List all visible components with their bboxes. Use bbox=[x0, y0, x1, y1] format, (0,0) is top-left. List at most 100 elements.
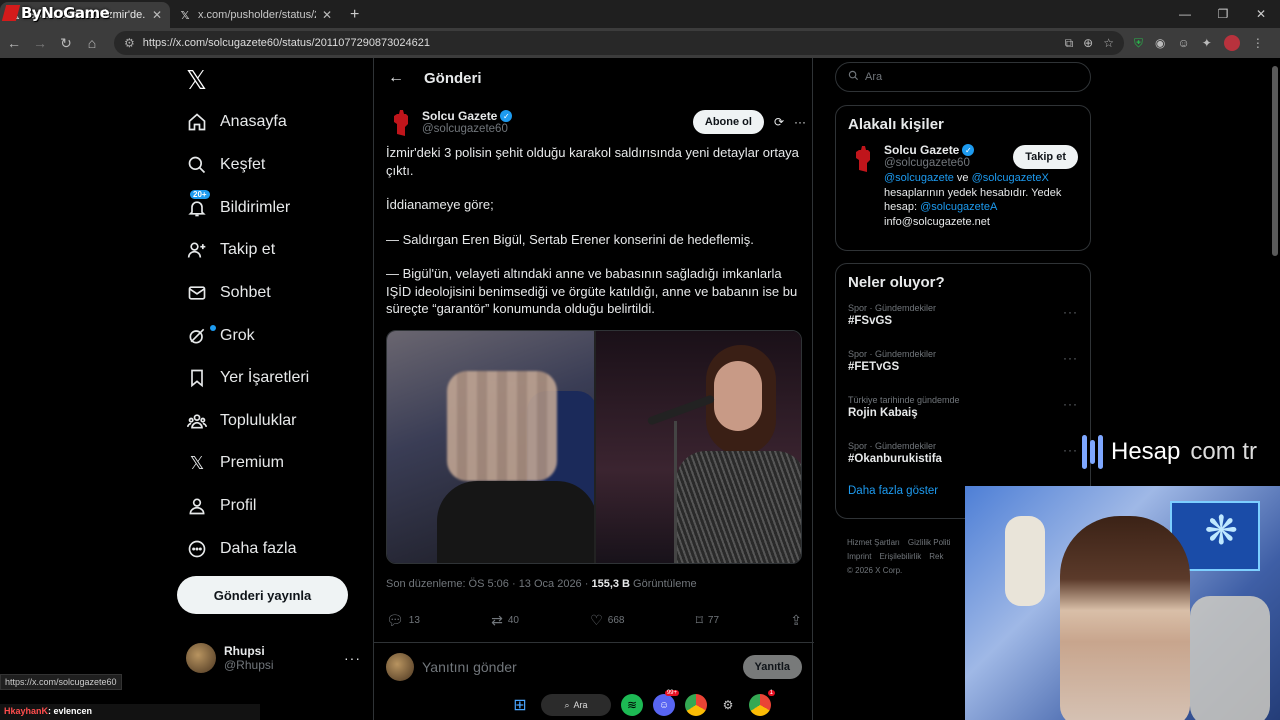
bookmark-star-icon[interactable]: ☆ bbox=[1103, 36, 1114, 50]
nav-item-chat[interactable]: Sohbet bbox=[186, 273, 271, 313]
x-logo-icon[interactable]: 𝕏 bbox=[186, 66, 207, 96]
close-window-icon[interactable]: ✕ bbox=[1242, 0, 1280, 28]
media-image-left[interactable] bbox=[387, 331, 597, 563]
author-handle[interactable]: @solcugazete60 bbox=[422, 123, 693, 135]
related-person[interactable]: Solcu Gazete ✓ @solcugazete60 @solcugazet… bbox=[836, 133, 1090, 239]
spotify-icon[interactable]: ≋ bbox=[621, 694, 643, 716]
nav-item-follow[interactable]: Takip et bbox=[186, 230, 275, 270]
nav-item-grok[interactable]: Grok bbox=[186, 316, 255, 356]
account-switcher[interactable]: Rhupsi @Rhupsi ··· bbox=[186, 638, 361, 678]
trend-context: Türkiye tarihinde gündemde bbox=[848, 395, 960, 405]
tweet-media[interactable] bbox=[386, 330, 802, 564]
person-name[interactable]: Solcu Gazete bbox=[884, 143, 959, 157]
chat-text: : evlencen bbox=[48, 706, 93, 716]
zoom-icon[interactable]: ⊕ bbox=[1083, 36, 1093, 50]
nav-item-profile[interactable]: Profil bbox=[186, 486, 256, 526]
bookmark-action[interactable]: ⌑ 77 bbox=[696, 612, 719, 629]
more-dots-icon[interactable]: ··· bbox=[344, 650, 361, 666]
more-dots-icon[interactable]: ··· bbox=[1063, 305, 1078, 319]
bio-mention[interactable]: @solcugazeteX bbox=[972, 172, 1049, 184]
post-timestamp[interactable]: Son düzenleme: ÖS 5:06 · 13 Oca 2026 · bbox=[386, 578, 591, 590]
nav-item-bookmarks[interactable]: Yer İşaretleri bbox=[186, 358, 309, 398]
nav-label: Keşfet bbox=[220, 156, 266, 173]
butterfly-icon: ❋ bbox=[1204, 509, 1238, 553]
author-name[interactable]: Solcu Gazete bbox=[422, 109, 497, 123]
more-dots-icon[interactable]: ··· bbox=[794, 115, 806, 129]
discord-icon[interactable]: ☺ 99+ bbox=[653, 690, 679, 716]
avatar bbox=[186, 643, 216, 673]
chrome-icon[interactable]: 1 bbox=[749, 690, 775, 716]
repost-action[interactable]: ⇄ 40 bbox=[491, 612, 519, 629]
back-arrow-icon[interactable]: ← bbox=[388, 69, 404, 87]
install-icon[interactable]: ⧉ bbox=[1065, 36, 1074, 51]
forward-icon[interactable]: → bbox=[28, 35, 52, 51]
reply-input[interactable]: Yanıtını gönder bbox=[422, 659, 743, 675]
more-dots-icon[interactable]: ··· bbox=[1063, 351, 1078, 365]
reply-action[interactable]: 💬︎ 13 bbox=[386, 612, 420, 629]
nav-item-premium[interactable]: 𝕏 Premium bbox=[186, 443, 284, 483]
close-tab-icon[interactable]: ✕ bbox=[322, 8, 332, 22]
extension-icon[interactable]: ◉ bbox=[1155, 36, 1165, 50]
nav-item-explore[interactable]: Keşfet bbox=[186, 145, 265, 185]
bio-mention[interactable]: @solcugazeteA bbox=[920, 201, 997, 213]
extension-icon[interactable]: ☺ bbox=[1178, 36, 1190, 50]
discord-badge: 99+ bbox=[664, 690, 679, 696]
nav-label: Grok bbox=[220, 327, 255, 344]
footer-link[interactable]: Rek bbox=[929, 552, 943, 561]
subscribe-button[interactable]: Abone ol bbox=[692, 110, 764, 134]
footer-link[interactable]: Imprint bbox=[847, 552, 871, 561]
close-tab-icon[interactable]: ✕ bbox=[152, 8, 162, 22]
nav-item-home[interactable]: Anasayfa bbox=[186, 102, 287, 142]
scrollbar[interactable] bbox=[1272, 66, 1278, 256]
profile-avatar[interactable] bbox=[1223, 35, 1240, 51]
trend-item[interactable]: Türkiye tarihinde gündemde Rojin Kabaiş … bbox=[836, 387, 1090, 433]
browser-tab[interactable]: 𝕏 x.com/pusholder/status/20109... ✕ bbox=[170, 2, 340, 28]
post-button[interactable]: Gönderi yayınla bbox=[177, 576, 348, 614]
home-browser-icon[interactable]: ⌂ bbox=[80, 35, 104, 51]
solcu-gazete-avatar[interactable] bbox=[386, 107, 416, 137]
adblock-shield-icon[interactable]: ⛨ bbox=[1134, 36, 1143, 51]
footer-link[interactable]: Gizlilik Politi bbox=[908, 538, 951, 547]
nav-item-communities[interactable]: Topluluklar bbox=[186, 401, 296, 441]
restore-icon[interactable]: ❐ bbox=[1204, 0, 1242, 28]
more-dots-icon[interactable]: ··· bbox=[1063, 397, 1078, 411]
bio-mention[interactable]: @solcugazete bbox=[884, 172, 954, 184]
nav-label: Profil bbox=[220, 497, 257, 514]
app-icon[interactable]: ⚙ bbox=[717, 694, 739, 716]
more-dots-icon[interactable]: ··· bbox=[1063, 443, 1078, 457]
new-tab-button[interactable]: + bbox=[340, 6, 369, 28]
footer-link[interactable]: Hizmet Şartları bbox=[847, 538, 900, 547]
site-info-icon[interactable]: ⚙ bbox=[124, 36, 135, 50]
share-action[interactable]: ⇪ bbox=[790, 612, 802, 629]
grok-explain-icon[interactable]: ⟳ bbox=[774, 115, 784, 129]
trend-item[interactable]: Spor · Gündemdekiler #Okanburukistifa ··… bbox=[836, 433, 1090, 479]
search-input[interactable]: Ara bbox=[835, 62, 1091, 92]
windows-start-icon[interactable]: ⊞ bbox=[509, 694, 531, 716]
grok-dot-icon bbox=[210, 325, 216, 331]
chrome-icon[interactable] bbox=[685, 694, 707, 716]
trend-context: Spor · Gündemdekiler bbox=[848, 303, 937, 313]
solcu-gazete-avatar[interactable] bbox=[848, 143, 878, 173]
media-image-right[interactable] bbox=[594, 331, 801, 563]
trend-item[interactable]: Spor · Gündemdekiler #FSvGS ··· bbox=[836, 295, 1090, 341]
author-name-row[interactable]: Solcu Gazete ✓ bbox=[422, 109, 693, 123]
like-action[interactable]: ♡ 668 bbox=[590, 612, 624, 629]
nav-item-more[interactable]: Daha fazla bbox=[186, 529, 297, 569]
puzzle-icon[interactable]: ✦ bbox=[1202, 36, 1212, 50]
reply-button[interactable]: Yanıtla bbox=[742, 655, 802, 679]
trend-item[interactable]: Spor · Gündemdekiler #FETvGS ··· bbox=[836, 341, 1090, 387]
nav-item-notifications[interactable]: 20+ Bildirimler bbox=[186, 188, 290, 228]
minimize-icon[interactable]: — bbox=[1166, 0, 1204, 28]
follow-button[interactable]: Takip et bbox=[1013, 145, 1078, 169]
tweet-paragraph: — Bigül'ün, velayeti altındaki anne ve b… bbox=[386, 266, 798, 316]
bookmark-icon: ⌑ bbox=[695, 612, 703, 628]
url-text[interactable]: https://x.com/solcugazete60/status/20110… bbox=[143, 37, 1055, 49]
like-count: 668 bbox=[607, 615, 625, 626]
footer-links: Hizmet Şartları Gizlilik Politi Imprint Er… bbox=[847, 536, 967, 578]
reload-icon[interactable]: ↻ bbox=[54, 35, 78, 52]
footer-link[interactable]: Erişilebilirlik bbox=[879, 552, 921, 561]
back-icon[interactable]: ← bbox=[2, 35, 26, 51]
taskbar-search[interactable]: ⌕ Ara bbox=[541, 694, 611, 716]
address-bar[interactable]: ⚙ https://x.com/solcugazete60/status/201… bbox=[114, 31, 1124, 55]
menu-dots-icon[interactable]: ⋮ bbox=[1252, 36, 1264, 50]
